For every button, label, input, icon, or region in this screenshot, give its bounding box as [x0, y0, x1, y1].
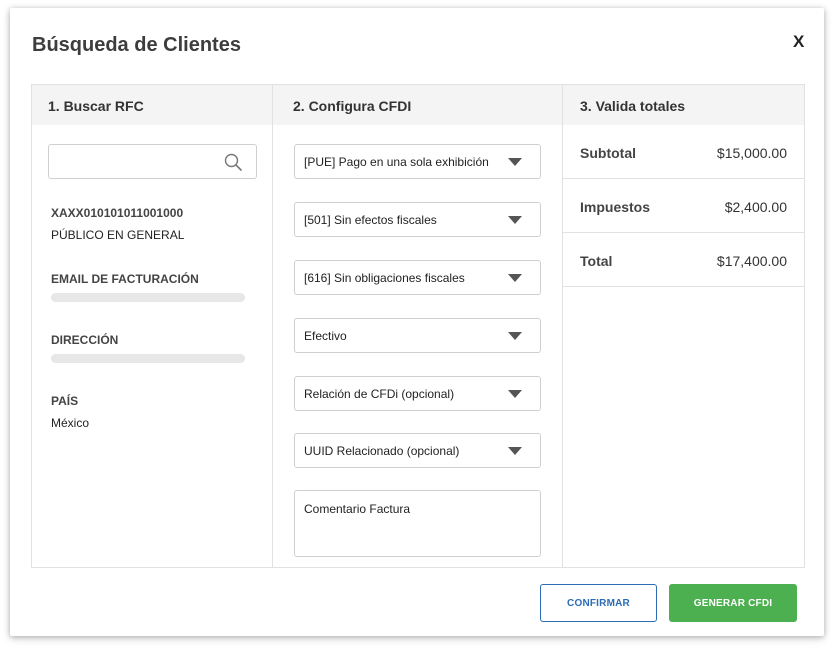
wizard-panel: 1. Buscar RFC XAXX010101011001000 PÚBLIC… — [31, 84, 805, 568]
address-value-placeholder — [51, 354, 245, 363]
taxes-label: Impuestos — [580, 199, 651, 215]
customer-name: PÚBLICO EN GENERAL — [51, 228, 185, 242]
search-icon[interactable] — [224, 153, 242, 171]
payment-method-value: [PUE] Pago en una sola exhibición — [304, 155, 489, 169]
modal-title: Búsqueda de Clientes — [32, 34, 241, 56]
chevron-down-icon — [508, 216, 522, 224]
taxes-value: $2,400.00 — [724, 199, 787, 215]
related-uuid-select[interactable]: UUID Relacionado (opcional) — [294, 433, 541, 468]
taxes-row: Impuestos $2,400.00 — [563, 179, 804, 233]
payment-form-value: Efectivo — [304, 329, 347, 343]
chevron-down-icon — [508, 274, 522, 282]
chevron-down-icon — [508, 447, 522, 455]
invoice-comment-textarea[interactable] — [294, 490, 541, 557]
payment-method-select[interactable]: [PUE] Pago en una sola exhibición — [294, 144, 541, 179]
chevron-down-icon — [508, 332, 522, 340]
email-value-placeholder — [51, 293, 245, 302]
generate-cfdi-button[interactable]: GENERAR CFDI — [669, 584, 797, 622]
total-value: $17,400.00 — [716, 253, 787, 269]
country-label: PAÍS — [51, 394, 79, 408]
subtotal-value: $15,000.00 — [716, 145, 787, 161]
subtotal-row: Subtotal $15,000.00 — [563, 125, 804, 179]
rfc-value: XAXX010101011001000 — [51, 206, 184, 220]
totals-column-header: 3. Valida totales — [563, 85, 804, 125]
payment-form-select[interactable]: Efectivo — [294, 318, 541, 353]
rfc-search-box[interactable] — [48, 144, 257, 179]
subtotal-label: Subtotal — [580, 145, 636, 161]
cfdi-relation-select[interactable]: Relación de CFDi (opcional) — [294, 376, 541, 411]
rfc-search-column: 1. Buscar RFC XAXX010101011001000 PÚBLIC… — [32, 85, 273, 567]
tax-regime-value: [616] Sin obligaciones fiscales — [304, 271, 465, 285]
customer-search-modal: Búsqueda de Clientes X 1. Buscar RFC XAX… — [10, 8, 824, 636]
cfdi-relation-value: Relación de CFDi (opcional) — [304, 387, 455, 401]
tax-regime-select[interactable]: [616] Sin obligaciones fiscales — [294, 260, 541, 295]
close-icon[interactable]: X — [793, 32, 804, 52]
rfc-column-header: 1. Buscar RFC — [32, 85, 272, 125]
email-label: EMAIL DE FACTURACIÓN — [51, 272, 199, 286]
address-label: DIRECCIÓN — [51, 333, 119, 347]
cfdi-use-value: [501] Sin efectos fiscales — [304, 213, 437, 227]
cfdi-use-select[interactable]: [501] Sin efectos fiscales — [294, 202, 541, 237]
totals-column: 3. Valida totales Subtotal $15,000.00 Im… — [563, 85, 804, 567]
cfdi-config-column: 2. Configura CFDI [PUE] Pago en una sola… — [273, 85, 563, 567]
rfc-search-input[interactable] — [49, 145, 219, 178]
total-label: Total — [580, 253, 613, 269]
cfdi-column-header: 2. Configura CFDI — [273, 85, 562, 125]
chevron-down-icon — [508, 390, 522, 398]
related-uuid-value: UUID Relacionado (opcional) — [304, 444, 460, 458]
country-value: México — [51, 416, 90, 430]
total-row: Total $17,400.00 — [563, 233, 804, 287]
confirm-button[interactable]: CONFIRMAR — [540, 584, 657, 622]
chevron-down-icon — [508, 158, 522, 166]
